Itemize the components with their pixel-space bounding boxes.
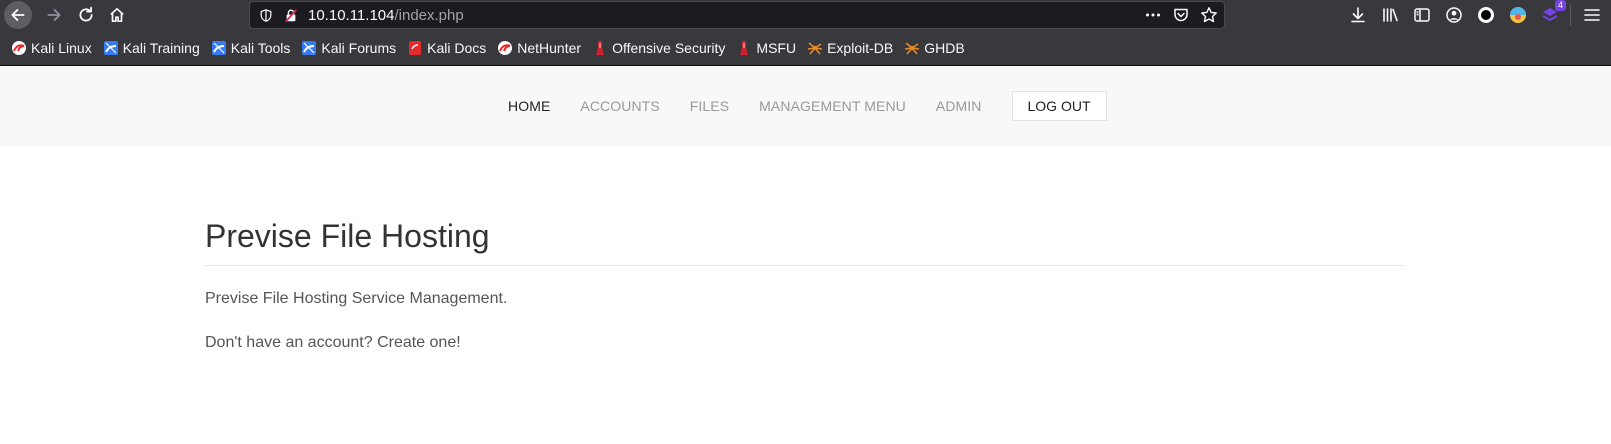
downloads-button[interactable] [1348, 5, 1368, 25]
reload-button[interactable] [72, 1, 100, 29]
library-icon [1383, 8, 1398, 22]
toolbar-icons: 4 [1348, 0, 1572, 25]
colorful-extension-icon [1510, 7, 1526, 23]
bookmark-msfu[interactable]: MSFU [736, 36, 796, 60]
toolbar-separator [1570, 4, 1571, 26]
pocket-icon [1174, 8, 1188, 22]
ghdb-icon [904, 40, 920, 56]
arrow-left-icon [11, 9, 25, 21]
kali-docs-icon [407, 40, 423, 56]
account-button[interactable] [1444, 5, 1464, 25]
star-icon [1201, 7, 1217, 23]
signup-prompt[interactable]: Don't have an account? Create one! [205, 333, 461, 353]
bookmark-star-button[interactable] [1200, 6, 1218, 24]
back-button[interactable] [4, 1, 32, 29]
library-button[interactable] [1380, 5, 1400, 25]
reload-icon [79, 6, 93, 22]
extension-button-2[interactable] [1508, 5, 1528, 25]
nav-admin[interactable]: ADMIN [936, 91, 982, 121]
bookmark-kali-tools[interactable]: Kali Tools [211, 36, 291, 60]
kali-tools-icon [211, 40, 227, 56]
extension-badge: 4 [1554, 0, 1566, 11]
bookmark-label: GHDB [924, 39, 965, 56]
bookmark-nethunter[interactable]: NetHunter [497, 36, 581, 60]
ellipsis-icon [1146, 13, 1160, 17]
tracking-shield-icon[interactable] [259, 8, 273, 23]
msfu-icon [736, 40, 752, 56]
insecure-lock-icon[interactable] [284, 8, 298, 23]
arrow-right-icon [47, 9, 61, 21]
bookmark-kali-linux[interactable]: Kali Linux [11, 36, 92, 60]
site-nav-links: HOME ACCOUNTS FILES MANAGEMENT MENU ADMI… [508, 91, 1107, 121]
bookmarks-toolbar: Kali Linux Kali Training Kali Tools Kali… [0, 30, 1611, 66]
kali-training-icon [103, 40, 119, 56]
bookmark-offensive-security[interactable]: Offensive Security [592, 36, 725, 60]
url-path: /index.php [394, 7, 464, 24]
service-description: Previse File Hosting Service Management. [205, 290, 508, 307]
nav-management-menu[interactable]: MANAGEMENT MENU [759, 91, 906, 121]
offsec-icon [592, 40, 608, 56]
bookmark-kali-training[interactable]: Kali Training [103, 36, 200, 60]
sidebar-button[interactable] [1412, 5, 1432, 25]
extension-button-1[interactable] [1476, 5, 1496, 25]
bookmark-kali-forums[interactable]: Kali Forums [301, 36, 396, 60]
kali-dragon-icon [11, 40, 27, 56]
bookmark-exploit-db[interactable]: Exploit-DB [807, 36, 893, 60]
pocket-button[interactable] [1172, 6, 1190, 24]
forward-button[interactable] [40, 1, 68, 29]
page-title: Previse File Hosting [205, 218, 490, 254]
url-host: 10.10.11.104 [308, 7, 395, 24]
home-button[interactable] [103, 1, 131, 29]
nav-accounts[interactable]: ACCOUNTS [580, 91, 659, 121]
title-divider [205, 265, 1405, 266]
sidebar-icon [1414, 8, 1430, 22]
kali-forums-icon [301, 40, 317, 56]
home-icon [110, 7, 124, 23]
extension-button-3[interactable]: 4 [1540, 0, 1566, 25]
bookmark-label: Exploit-DB [827, 39, 894, 56]
bookmark-label: NetHunter [517, 39, 582, 56]
dark-circle-icon [1478, 7, 1494, 23]
bookmark-label: Kali Training [122, 39, 200, 56]
exploitdb-icon [807, 40, 823, 56]
bookmark-label: Kali Docs [427, 39, 487, 56]
hamburger-menu-icon [1584, 9, 1600, 21]
url-actions [1144, 6, 1218, 24]
nav-files[interactable]: FILES [690, 91, 729, 121]
bookmark-kali-docs[interactable]: Kali Docs [407, 36, 486, 60]
nav-home[interactable]: HOME [508, 91, 550, 121]
account-icon [1446, 7, 1462, 23]
web-page: HOME ACCOUNTS FILES MANAGEMENT MENU ADMI… [0, 66, 1611, 444]
bookmark-label: Kali Tools [230, 39, 291, 56]
site-navbar: HOME ACCOUNTS FILES MANAGEMENT MENU ADMI… [0, 66, 1611, 146]
logout-button[interactable]: LOG OUT [1011, 91, 1107, 121]
page-actions-button[interactable] [1144, 6, 1162, 24]
bookmark-label: MSFU [756, 39, 797, 56]
url-text[interactable]: 10.10.11.104/index.php [308, 7, 464, 25]
bookmark-label: Kali Linux [31, 39, 92, 56]
nethunter-icon [497, 40, 513, 56]
bookmark-label: Kali Forums [321, 39, 397, 56]
browser-toolbar: 10.10.11.104/index.php 4 [0, 0, 1611, 30]
download-icon [1351, 7, 1365, 23]
app-menu-button[interactable] [1582, 5, 1602, 25]
url-bar[interactable]: 10.10.11.104/index.php [249, 1, 1225, 29]
bookmark-label: Offensive Security [612, 39, 726, 56]
bookmark-ghdb[interactable]: GHDB [904, 36, 965, 60]
